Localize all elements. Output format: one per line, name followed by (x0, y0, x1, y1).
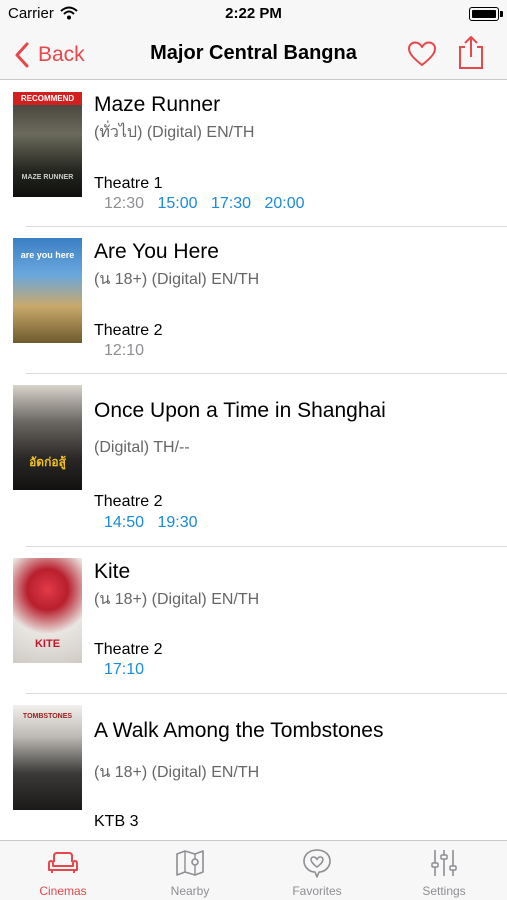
movie-details: (น 18+) (Digital) EN/TH (94, 764, 260, 781)
tab-nearby[interactable]: Nearby (127, 841, 253, 900)
movie-list[interactable]: RECOMMEND MAZE RUNNER Maze Runner (ทั่วไ… (0, 80, 507, 840)
showtime[interactable]: 15:00 (158, 195, 198, 212)
movie-row-once-upon-a-time-in-shanghai[interactable]: อัดก่อสู้ Once Upon a Time in Shanghai (… (0, 374, 507, 547)
poster-title: are you here (20, 250, 75, 260)
showtimes: 12:10 (104, 342, 153, 360)
movie-details: (น 18+) (Digital) EN/TH (94, 271, 260, 288)
map-icon (176, 850, 204, 876)
theatre-name: KTB 3 (94, 813, 139, 830)
movie-poster: RECOMMEND MAZE RUNNER (13, 92, 82, 197)
poster-title: MAZE RUNNER (21, 174, 74, 181)
poster-title: KITE (34, 638, 61, 650)
showtime-past: 12:10 (104, 342, 145, 359)
share-icon[interactable] (456, 34, 486, 70)
movie-title: Are You Here (94, 240, 219, 263)
poster-title: อัดก่อสู้ (29, 455, 66, 469)
tab-label: Settings (422, 884, 466, 898)
movie-title: A Walk Among the Tombstones (94, 719, 384, 742)
showtime[interactable]: 17:10 (104, 661, 144, 678)
status-bar: Carrier 2:22 PM (0, 0, 507, 30)
movie-poster: TOMBSTONES (13, 705, 82, 810)
movie-title: Kite (94, 560, 131, 583)
navigation-bar: Back Major Central Bangna (0, 30, 507, 80)
favorite-heart-icon[interactable] (406, 38, 438, 70)
movie-poster: are you here (13, 238, 82, 343)
showtimes: 17:10 (104, 661, 153, 679)
movie-details: (ทั่วไป) (Digital) EN/TH (94, 124, 255, 141)
movie-poster: อัดก่อสู้ (13, 385, 82, 490)
battery-icon (469, 7, 503, 21)
tab-cinemas[interactable]: Cinemas (0, 841, 126, 900)
movie-row-a-walk-among-the-tombstones[interactable]: TOMBSTONES A Walk Among the Tombstones (… (0, 694, 507, 840)
showtime[interactable]: 19:30 (158, 514, 198, 531)
recommend-badge: RECOMMEND (13, 92, 82, 105)
movie-row-maze-runner[interactable]: RECOMMEND MAZE RUNNER Maze Runner (ทั่วไ… (0, 80, 507, 227)
showtime[interactable]: 20:00 (265, 195, 305, 212)
showtimes: 12:30 15:00 17:30 20:00 (104, 195, 314, 213)
theatre-name: Theatre 1 (94, 175, 163, 192)
theatre-name: Theatre 2 (94, 641, 163, 658)
tab-favorites[interactable]: Favorites (254, 841, 380, 900)
showtime[interactable]: 17:30 (211, 195, 251, 212)
sliders-icon (431, 850, 457, 876)
sofa-icon (48, 852, 78, 873)
showtime-past: 12:30 (104, 195, 145, 212)
clock: 2:22 PM (225, 5, 282, 22)
movie-title: Once Upon a Time in Shanghai (94, 399, 386, 422)
theatre-name: Theatre 2 (94, 493, 163, 510)
theatre-name: Theatre 2 (94, 322, 163, 339)
tab-bar: Cinemas Nearby Favorites Settings (0, 840, 507, 900)
movie-row-kite[interactable]: KITE Kite (น 18+) (Digital) EN/TH Theatr… (0, 547, 507, 694)
movie-details: (Digital) TH/-- (94, 439, 190, 456)
heart-bubble-icon (303, 849, 331, 878)
tab-label: Cinemas (39, 884, 87, 898)
showtime[interactable]: 14:50 (104, 514, 144, 531)
tab-label: Favorites (292, 884, 342, 898)
movie-details: (น 18+) (Digital) EN/TH (94, 591, 260, 608)
movie-title: Maze Runner (94, 93, 221, 116)
showtimes: 14:50 19:30 (104, 514, 207, 532)
tab-label: Nearby (170, 884, 210, 898)
movie-row-are-you-here[interactable]: are you here Are You Here (น 18+) (Digit… (0, 227, 507, 374)
tab-settings[interactable]: Settings (381, 841, 507, 900)
movie-poster: KITE (13, 558, 82, 663)
poster-title: TOMBSTONES (22, 713, 73, 720)
